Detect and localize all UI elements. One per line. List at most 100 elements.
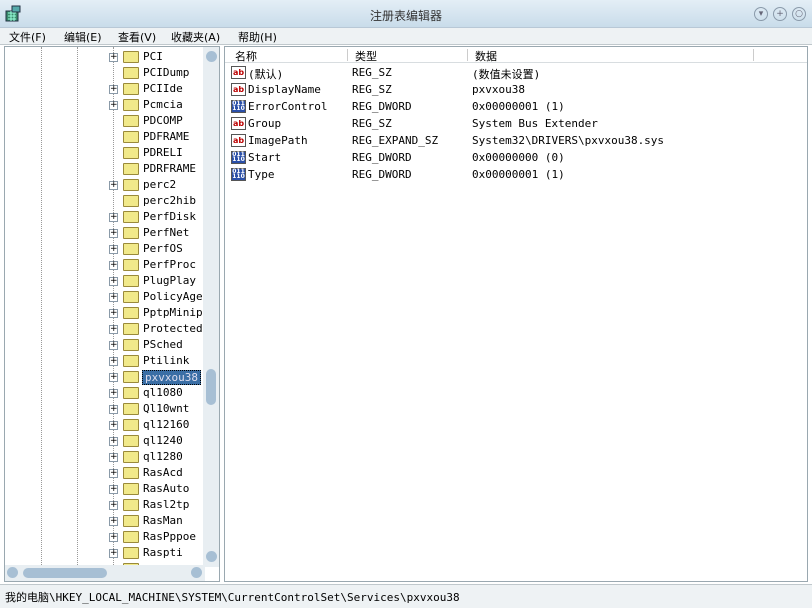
menu-edit[interactable]: 编辑(E): [64, 29, 102, 45]
expand-icon[interactable]: +: [109, 53, 118, 62]
tree-item[interactable]: + PSched: [5, 337, 215, 353]
expand-icon[interactable]: +: [109, 85, 118, 94]
expand-icon[interactable]: +: [109, 485, 118, 494]
tree-item[interactable]: PDRELI: [5, 145, 215, 161]
value-row[interactable]: 011 110 ErrorControl REG_DWORD 0x00000001…: [225, 98, 805, 115]
tree-item[interactable]: + PerfProc: [5, 257, 215, 273]
value-row[interactable]: ab (默认) REG_SZ (数值未设置): [225, 64, 805, 81]
tree-item[interactable]: + RasPppoe: [5, 529, 215, 545]
expand-icon[interactable]: +: [109, 389, 118, 398]
value-row[interactable]: 011 110 Start REG_DWORD 0x00000000 (0): [225, 149, 805, 166]
tree-vertical-scroll-thumb[interactable]: [206, 369, 216, 405]
tree-item[interactable]: PDRFRAME: [5, 161, 215, 177]
scroll-right-button[interactable]: [191, 567, 202, 578]
tree-item-label: RasMan: [143, 514, 183, 527]
tree-item[interactable]: + perc2: [5, 177, 215, 193]
folder-icon: [123, 419, 139, 431]
key-tree[interactable]: + PCI PCIDump + PCIIde + Pcmcia PDCOMP PDFRAME PD…: [4, 46, 220, 582]
column-data[interactable]: 数据: [475, 48, 497, 64]
menu-help[interactable]: 帮助(H): [238, 29, 277, 45]
tree-item[interactable]: + PerfDisk: [5, 209, 215, 225]
tree-item[interactable]: PDFRAME: [5, 129, 215, 145]
column-type[interactable]: 类型: [355, 48, 377, 64]
tree-vertical-scrollbar[interactable]: [203, 47, 219, 567]
tree-item[interactable]: + PerfNet: [5, 225, 215, 241]
value-row[interactable]: ab Group REG_SZ System Bus Extender: [225, 115, 805, 132]
tree-item[interactable]: + ql12160: [5, 417, 215, 433]
tree-item[interactable]: + RasAcd: [5, 465, 215, 481]
tree-horizontal-scrollbar[interactable]: [5, 565, 205, 581]
tree-item[interactable]: + PlugPlay: [5, 273, 215, 289]
menu-favorites[interactable]: 收藏夹(A): [171, 29, 220, 45]
column-divider[interactable]: [753, 49, 754, 61]
title-bar: 注册表编辑器 ▾ + ○: [0, 0, 812, 28]
expand-icon[interactable]: +: [109, 453, 118, 462]
tree-item[interactable]: PCIDump: [5, 65, 215, 81]
expand-icon[interactable]: +: [109, 357, 118, 366]
tree-item[interactable]: perc2hib: [5, 193, 215, 209]
tree-item[interactable]: + Pcmcia: [5, 97, 215, 113]
expand-icon[interactable]: +: [109, 421, 118, 430]
tree-item[interactable]: + Rasl2tp: [5, 497, 215, 513]
value-data: (数值未设置): [472, 68, 541, 81]
expand-icon[interactable]: +: [109, 309, 118, 318]
column-name[interactable]: 名称: [235, 48, 257, 64]
tree-item[interactable]: + ql1280: [5, 449, 215, 465]
value-row[interactable]: ab ImagePath REG_EXPAND_SZ System32\DRIV…: [225, 132, 805, 149]
tree-item[interactable]: + Raspti: [5, 545, 215, 561]
expand-icon[interactable]: +: [109, 517, 118, 526]
expand-icon[interactable]: +: [109, 229, 118, 238]
expand-icon[interactable]: +: [109, 293, 118, 302]
expand-icon[interactable]: +: [109, 245, 118, 254]
scroll-up-button[interactable]: [206, 51, 217, 62]
expand-icon[interactable]: +: [109, 325, 118, 334]
tree-item[interactable]: + Ql10wnt: [5, 401, 215, 417]
expand-icon[interactable]: +: [109, 469, 118, 478]
scroll-down-button[interactable]: [206, 551, 217, 562]
tree-item[interactable]: + ql1080: [5, 385, 215, 401]
value-row[interactable]: ab DisplayName REG_SZ pxvxou38: [225, 81, 805, 98]
tree-item[interactable]: PDCOMP: [5, 113, 215, 129]
expand-icon[interactable]: +: [109, 549, 118, 558]
folder-icon: [123, 435, 139, 447]
expand-icon[interactable]: +: [109, 181, 118, 190]
tree-item[interactable]: + pxvxou38: [5, 369, 215, 385]
maximize-button[interactable]: +: [773, 7, 787, 21]
column-divider[interactable]: [467, 49, 468, 61]
tree-item-label: ProtectedS: [143, 322, 210, 335]
value-list[interactable]: 名称 类型 数据 ab (默认) REG_SZ (数值未设置) ab Displa…: [224, 46, 808, 582]
expand-icon[interactable]: +: [109, 437, 118, 446]
value-row[interactable]: 011 110 Type REG_DWORD 0x00000001 (1): [225, 166, 805, 183]
folder-icon: [123, 83, 139, 95]
close-button[interactable]: ○: [792, 7, 806, 21]
expand-icon[interactable]: +: [109, 341, 118, 350]
expand-icon[interactable]: +: [109, 213, 118, 222]
menu-file[interactable]: 文件(F): [9, 29, 46, 45]
tree-item[interactable]: + PerfOS: [5, 241, 215, 257]
tree-item-label: RasAuto: [143, 482, 190, 495]
column-divider[interactable]: [347, 49, 348, 61]
tree-item-label: PerfProc: [143, 258, 196, 271]
tree-item[interactable]: + Ptilink: [5, 353, 215, 369]
string-value-icon: ab: [231, 83, 246, 96]
expand-icon[interactable]: +: [109, 373, 118, 382]
menu-view[interactable]: 查看(V): [118, 29, 156, 45]
minimize-button[interactable]: ▾: [754, 7, 768, 21]
tree-item[interactable]: + ProtectedS: [5, 321, 215, 337]
expand-icon[interactable]: +: [109, 261, 118, 270]
tree-item[interactable]: + PolicyAger: [5, 289, 215, 305]
expand-icon[interactable]: +: [109, 405, 118, 414]
tree-item[interactable]: + PCIIde: [5, 81, 215, 97]
tree-item[interactable]: + RasMan: [5, 513, 215, 529]
tree-item[interactable]: + PptpMinipo: [5, 305, 215, 321]
scroll-left-button[interactable]: [7, 567, 18, 578]
expand-icon[interactable]: +: [109, 501, 118, 510]
tree-item[interactable]: + ql1240: [5, 433, 215, 449]
expand-icon[interactable]: +: [109, 277, 118, 286]
tree-item[interactable]: + PCI: [5, 49, 215, 65]
expand-icon[interactable]: +: [109, 101, 118, 110]
tree-horizontal-scroll-thumb[interactable]: [23, 568, 107, 578]
tree-item[interactable]: + RasAuto: [5, 481, 215, 497]
expand-icon[interactable]: +: [109, 533, 118, 542]
value-data: 0x00000001 (1): [472, 168, 565, 181]
